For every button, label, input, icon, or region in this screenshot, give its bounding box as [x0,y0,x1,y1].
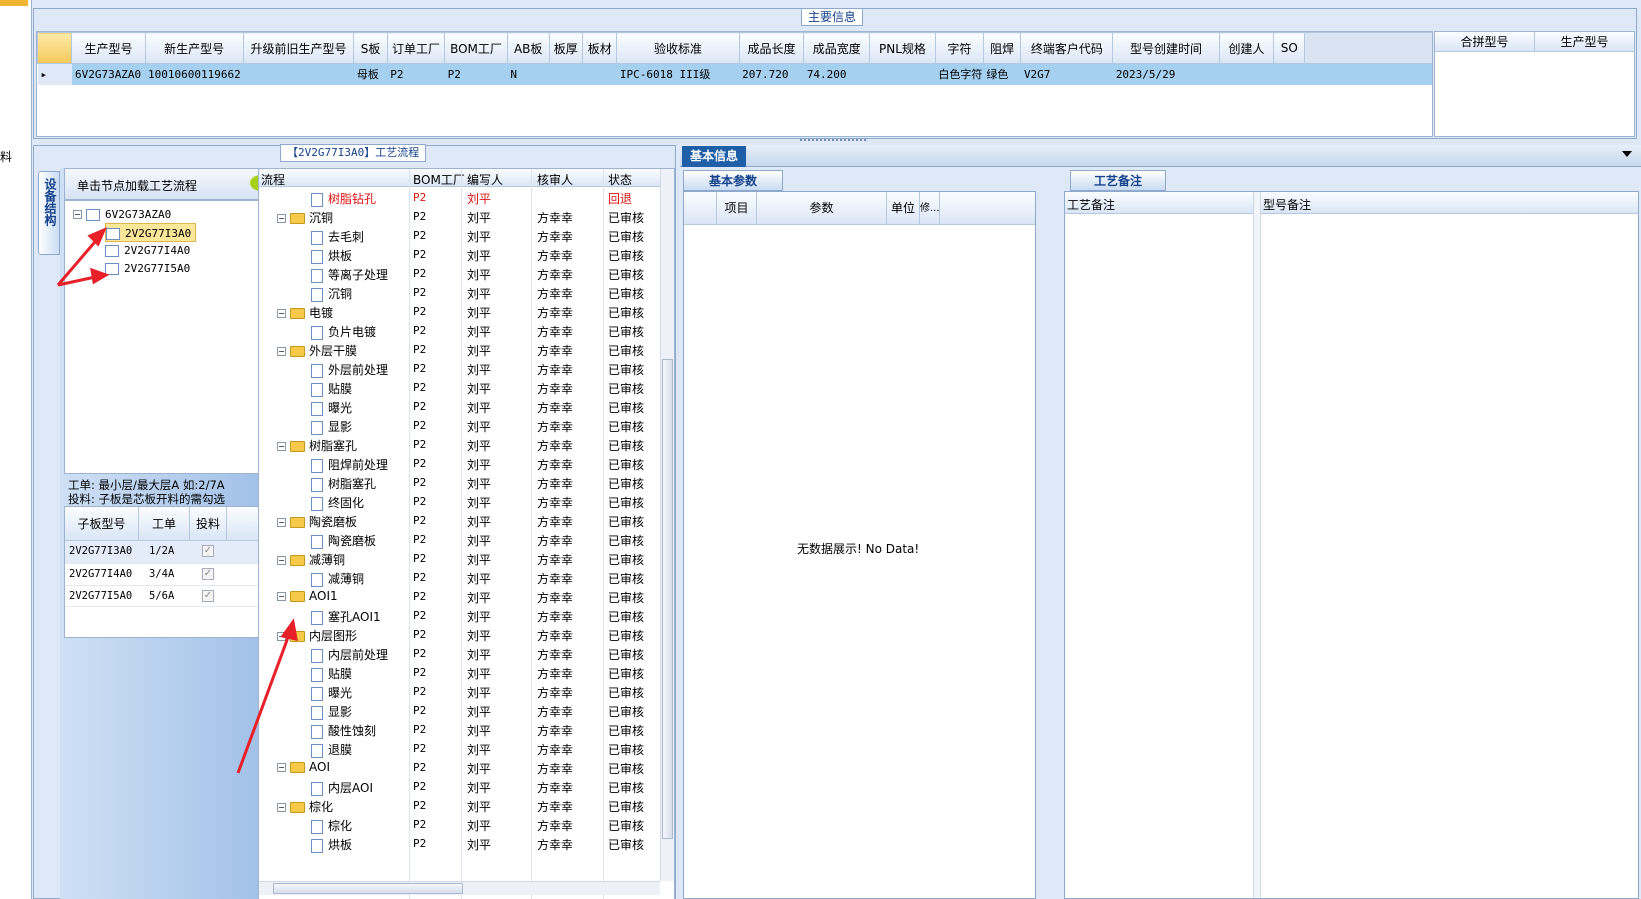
arrowhead [90,267,110,285]
arrowhead [280,618,298,641]
arrowhead [87,227,107,247]
annotation-arrow [236,631,292,774]
annotation-arrows [56,227,298,774]
